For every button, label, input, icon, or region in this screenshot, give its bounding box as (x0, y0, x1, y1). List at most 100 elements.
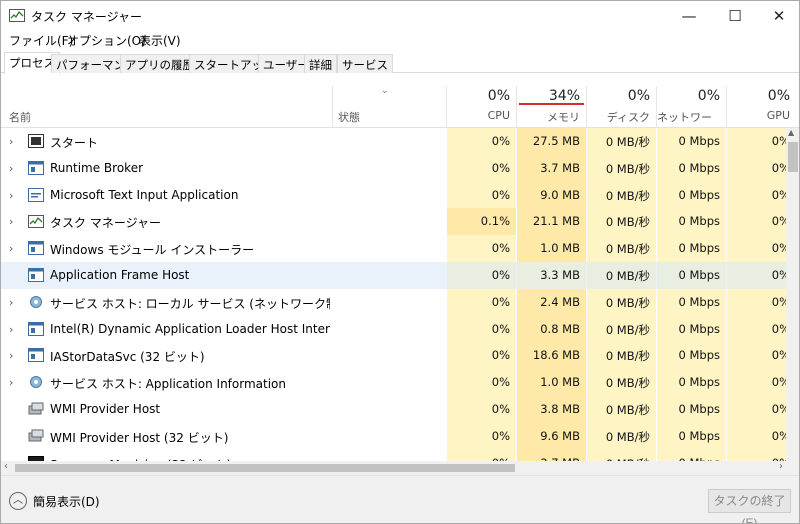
process-disk-value: 0 MB/秒 (605, 242, 650, 257)
process-row[interactable]: › タスク マネージャー 0.1% 21.1 MB 0 MB/秒 0 Mbps 0% (1, 208, 786, 236)
vertical-scroll-thumb[interactable] (788, 142, 798, 172)
expand-chevron-icon[interactable]: › (9, 349, 13, 362)
fewer-details-link[interactable]: 簡易表示(D) (33, 493, 100, 510)
process-memory-value: 21.1 MB (532, 214, 580, 229)
process-disk-value: 0 MB/秒 (605, 161, 650, 176)
process-row[interactable]: › Microsoft Text Input Application 0% 9.0 M… (1, 181, 786, 209)
process-name: タスク マネージャー (50, 216, 161, 231)
process-row[interactable]: › Windows モジュール インストーラー 0% 1.0 MB 0 MB/秒 0 Mb… (1, 235, 786, 262)
process-row[interactable]: › Runtime Broker 0% 3.7 MB 0 MB/秒 0 Mbps 0% (1, 154, 786, 182)
expand-chevron-icon[interactable]: › (9, 215, 13, 228)
column-memory[interactable]: 34% メモリ (517, 86, 586, 128)
scroll-right-icon[interactable]: › (779, 461, 783, 472)
end-task-button[interactable]: タスクの終了(E) (708, 489, 791, 523)
gpu-label: GPU (766, 109, 790, 122)
process-memory-value: 9.6 MB (540, 428, 580, 443)
process-network-value: 0 Mbps (678, 401, 721, 416)
column-disk[interactable]: 0% ディスク (587, 86, 656, 128)
process-network-value: 0 Mbps (678, 321, 721, 336)
gear-icon (30, 295, 42, 308)
process-memory-value: 1.0 MB (540, 241, 580, 256)
gpu-total: 0% (767, 88, 790, 104)
process-memory-value: 1.0 MB (540, 375, 580, 390)
process-name: サービス ホスト: ローカル サービス (ネットワーク制限付き) (50, 296, 330, 311)
scroll-left-icon[interactable]: ‹ (4, 461, 8, 472)
process-cpu-value: 0% (491, 241, 510, 256)
process-network-value: 0 Mbps (678, 134, 721, 148)
tab-details[interactable]: 詳細 (304, 54, 337, 73)
process-gpu-value: 0% (771, 187, 786, 202)
expand-chevron-icon[interactable]: › (9, 135, 13, 148)
process-disk-value: 0 MB/秒 (605, 188, 650, 203)
process-name: Runtime Broker (50, 160, 144, 175)
process-window-icon (28, 321, 44, 336)
wmi-icon (28, 429, 44, 442)
expand-chevron-icon[interactable]: › (9, 296, 13, 309)
chevron-up-icon[interactable]: ︿ (9, 492, 27, 510)
process-disk-value: 0 MB/秒 (605, 402, 650, 417)
column-status[interactable]: 状態 (338, 109, 360, 125)
column-cpu[interactable]: 0% CPU (447, 86, 516, 128)
menu-bar: ファイル(F) オプション(O) 表示(V) (1, 31, 799, 49)
horizontal-scroll-thumb[interactable] (15, 464, 515, 472)
column-network[interactable]: 0% ネットワーク (657, 86, 726, 140)
process-gpu-value: 0% (771, 428, 786, 443)
process-network-value: 0 Mbps (678, 294, 721, 309)
column-header: ⌄ 名前 状態 0% CPU 34% メモリ 0% ディスク 0% ネットワーク… (1, 86, 799, 140)
tab-services[interactable]: サービス (337, 54, 393, 73)
process-gpu-value: 0% (771, 401, 786, 416)
minimize-button[interactable]: — (666, 1, 712, 31)
process-memory-value: 3.3 MB (540, 267, 580, 282)
process-row[interactable]: WMI Provider Host 0% 3.8 MB 0 MB/秒 0 Mbps 0% (1, 395, 786, 423)
process-row[interactable]: Application Frame Host 0% 3.3 MB 0 MB/秒 0 Mb… (1, 261, 786, 289)
process-cpu-value: 0% (491, 428, 510, 443)
gear-icon (30, 376, 42, 389)
close-button[interactable]: ✕ (756, 1, 799, 31)
process-memory-value: 3.7 MB (540, 160, 580, 175)
process-disk-value: 0 MB/秒 (605, 376, 650, 391)
vertical-scrollbar[interactable]: ▲ (786, 128, 799, 461)
start-app-icon (28, 134, 44, 148)
process-name: サービス ホスト: Application Information (50, 377, 286, 392)
process-cpu-value: 0% (491, 187, 510, 202)
menu-file[interactable]: ファイル(F) (9, 32, 73, 49)
tab-app-history[interactable]: アプリの履歴 (120, 54, 199, 73)
process-memory-value: 18.6 MB (532, 348, 580, 363)
process-gpu-value: 0% (771, 134, 786, 148)
expand-chevron-icon[interactable]: › (9, 376, 13, 389)
process-row[interactable]: WMI Provider Host (32 ビット) 0% 9.6 MB 0 MB/秒… (1, 422, 786, 450)
process-name: WMI Provider Host (32 ビット) (50, 430, 229, 445)
horizontal-scrollbar[interactable]: ‹ › (1, 461, 786, 475)
maximize-button[interactable]: ☐ (712, 1, 758, 31)
process-row[interactable]: › サービス ホスト: ローカル サービス (ネットワーク制限付き) 0% 2.4 M… (1, 288, 786, 316)
expand-chevron-icon[interactable]: › (9, 189, 13, 202)
process-disk-value: 0 MB/秒 (605, 135, 650, 149)
process-name: スタート (50, 136, 99, 150)
column-name[interactable]: 名前 (9, 109, 31, 125)
process-row[interactable]: › サービス ホスト: Application Information 0% 1.0 … (1, 369, 786, 396)
expand-chevron-icon[interactable]: › (9, 162, 13, 175)
expand-chevron-icon[interactable]: › (9, 323, 13, 336)
process-gpu-value: 0% (771, 160, 786, 175)
scroll-up-icon[interactable]: ▲ (788, 128, 794, 137)
process-cpu-value: 0% (491, 134, 510, 148)
menu-view[interactable]: 表示(V) (139, 32, 181, 49)
expand-chevron-icon[interactable]: › (9, 242, 13, 255)
sort-caret-icon: ⌄ (381, 86, 389, 96)
memory-label: メモリ (547, 111, 580, 124)
menu-options[interactable]: オプション(O) (67, 32, 146, 49)
process-row[interactable]: › IAStorDataSvc (32 ビット) 0% 18.6 MB 0 MB/秒 0 … (1, 342, 786, 370)
column-gpu[interactable]: 0% GPU (727, 86, 796, 128)
process-row[interactable]: ›Samsung Magician (32 ビット)0%3.7 MB0 MB/秒… (1, 449, 786, 461)
column-divider (332, 86, 333, 128)
process-row[interactable]: › スタート 0% 27.5 MB 0 MB/秒 0 Mbps 0% (1, 128, 786, 155)
process-network-value: 0 Mbps (678, 214, 721, 229)
process-cpu-value: 0% (491, 294, 510, 309)
cpu-total: 0% (487, 88, 510, 104)
process-cpu-value: 0% (491, 375, 510, 390)
process-gpu-value: 0% (771, 348, 786, 363)
process-name: Windows モジュール インストーラー (50, 243, 255, 258)
process-row[interactable]: › Intel(R) Dynamic Application Loader Hos… (1, 315, 786, 343)
process-disk-value: 0 MB/秒 (605, 429, 650, 444)
process-name: Application Frame Host (50, 267, 190, 282)
